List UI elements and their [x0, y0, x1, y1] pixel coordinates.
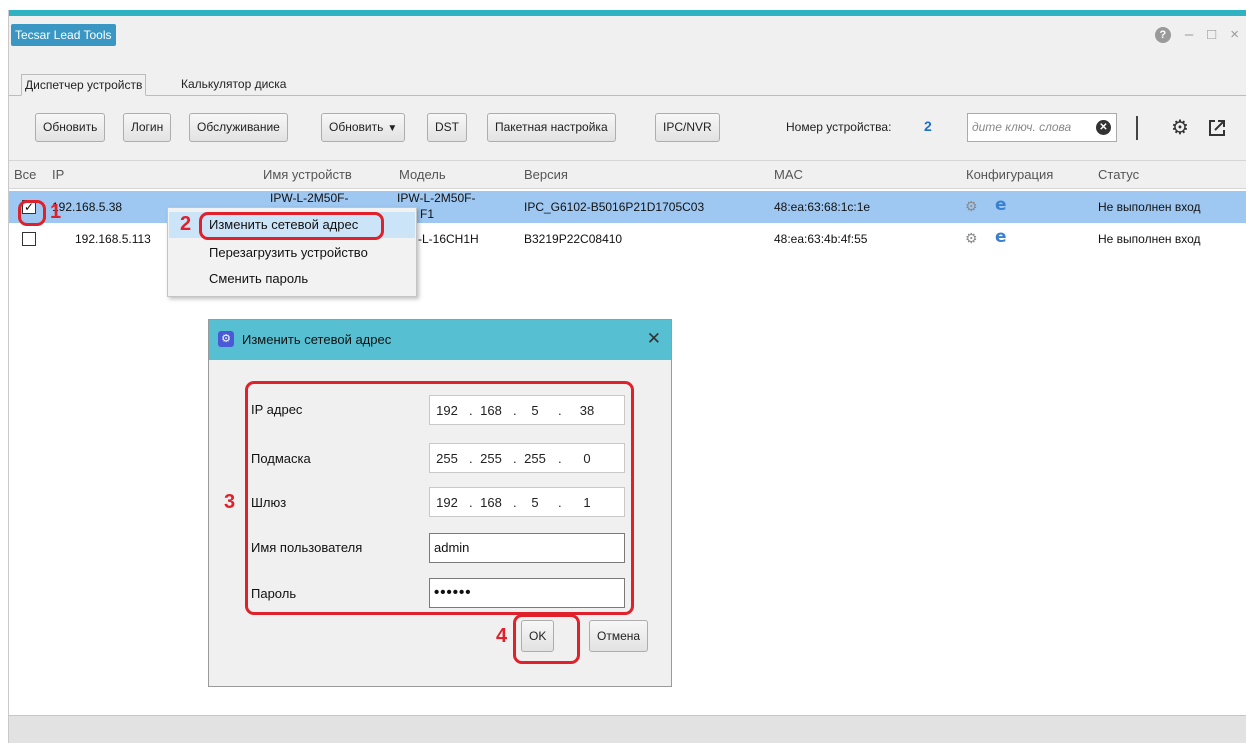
web-browser-icon[interactable]: e [995, 195, 1007, 215]
highlight-step-4 [513, 614, 580, 664]
row-model: -L-16CH1H [418, 232, 479, 246]
step-number-3: 3 [224, 491, 236, 513]
col-mac[interactable]: MAC [774, 167, 803, 182]
row-ip: 192.168.5.113 [75, 232, 151, 246]
cancel-button[interactable]: Отмена [589, 620, 649, 652]
close-icon[interactable]: × [1230, 24, 1239, 46]
update-button-label: Обновить [329, 120, 384, 134]
highlight-step-1 [18, 200, 46, 226]
app-title: Tecsar Lead Tools [11, 24, 116, 46]
highlight-step-3 [245, 381, 634, 615]
maximize-icon[interactable]: □ [1207, 24, 1216, 46]
window-controls: ? – □ × [1154, 24, 1239, 46]
config-gear-icon[interactable]: ⚙ [965, 198, 978, 215]
clear-search-icon[interactable]: ✕ [1096, 120, 1111, 135]
row-status: Не выполнен вход [1098, 232, 1201, 246]
web-browser-icon[interactable]: e [995, 227, 1007, 247]
row-mac: 48:ea:63:4b:4f:55 [774, 232, 868, 246]
row-model-tail: F1 [420, 207, 435, 221]
maintenance-button[interactable]: Обслуживание [189, 113, 288, 142]
search-input[interactable]: дите ключ. слова ✕ [967, 113, 1117, 142]
export-icon[interactable] [1204, 115, 1230, 141]
col-all[interactable]: Все [14, 167, 36, 182]
row-mac: 48:ea:63:68:1c:1e [774, 200, 871, 214]
menu-item-reboot-device[interactable]: Перезагрузить устройство [169, 240, 415, 266]
dialog-close-icon[interactable]: ✕ [647, 329, 661, 349]
refresh-button[interactable]: Обновить [35, 113, 106, 142]
row-version: B3219P22C08410 [524, 232, 623, 246]
col-device-name[interactable]: Имя устройств [263, 167, 352, 182]
row-version: IPC_G6102-B5016P21D1705C03 [524, 200, 705, 214]
toolbar-divider [1136, 116, 1138, 140]
config-gear-icon[interactable]: ⚙ [965, 230, 978, 247]
step-number-4: 4 [496, 625, 508, 647]
minimize-icon[interactable]: – [1185, 24, 1193, 46]
col-model[interactable]: Модель [399, 167, 446, 182]
ipc-nvr-button[interactable]: IPC/NVR [655, 113, 720, 142]
device-count-value: 2 [924, 118, 932, 134]
batch-settings-button[interactable]: Пакетная настройка [487, 113, 616, 142]
main-tabs: Диспетчер устройств Калькулятор диска [9, 70, 1246, 96]
row-checkbox[interactable] [22, 232, 36, 246]
gear-icon[interactable]: ⚙ [1167, 115, 1193, 141]
row-device-name: IPW-L-2M50F- [270, 191, 349, 205]
export-icon-graphic [1209, 120, 1225, 136]
col-status[interactable]: Статус [1098, 167, 1139, 182]
device-count-label: Номер устройства: [786, 120, 892, 134]
toolbar: Обновить Логин Обслуживание Обновить ▼ DS… [9, 106, 1246, 148]
dst-button[interactable]: DST [427, 113, 467, 142]
tab-disk-calculator[interactable]: Калькулятор диска [178, 74, 289, 96]
dialog-title: Изменить сетевой адрес [242, 332, 392, 347]
col-config[interactable]: Конфигурация [966, 167, 1053, 182]
search-placeholder: дите ключ. слова [972, 120, 1072, 134]
title-bar: Tecsar Lead Tools ? – □ × [9, 16, 1246, 54]
tab-device-manager[interactable]: Диспетчер устройств [21, 74, 147, 96]
menu-item-change-password[interactable]: Сменить пароль [169, 266, 415, 292]
chevron-down-icon: ▼ [387, 123, 398, 134]
help-icon[interactable]: ? [1154, 27, 1171, 43]
table-header: Все IP Имя устройств Модель Версия MAC К… [9, 161, 1246, 189]
settings-app-icon: ⚙ [218, 331, 234, 347]
row-ip: 192.168.5.38 [52, 200, 123, 214]
row-status: Не выполнен вход [1098, 200, 1201, 214]
status-bar [9, 715, 1246, 743]
dialog-title-bar: ⚙ Изменить сетевой адрес ✕ [209, 320, 671, 360]
update-dropdown-button[interactable]: Обновить ▼ [321, 113, 406, 142]
login-button[interactable]: Логин [123, 113, 172, 142]
col-ip[interactable]: IP [52, 167, 64, 182]
step-number-1: 1 [50, 201, 62, 223]
step-number-2: 2 [180, 213, 192, 235]
col-version[interactable]: Версия [524, 167, 568, 182]
row-model: IPW-L-2M50F- [397, 191, 476, 205]
highlight-step-2 [199, 212, 384, 240]
